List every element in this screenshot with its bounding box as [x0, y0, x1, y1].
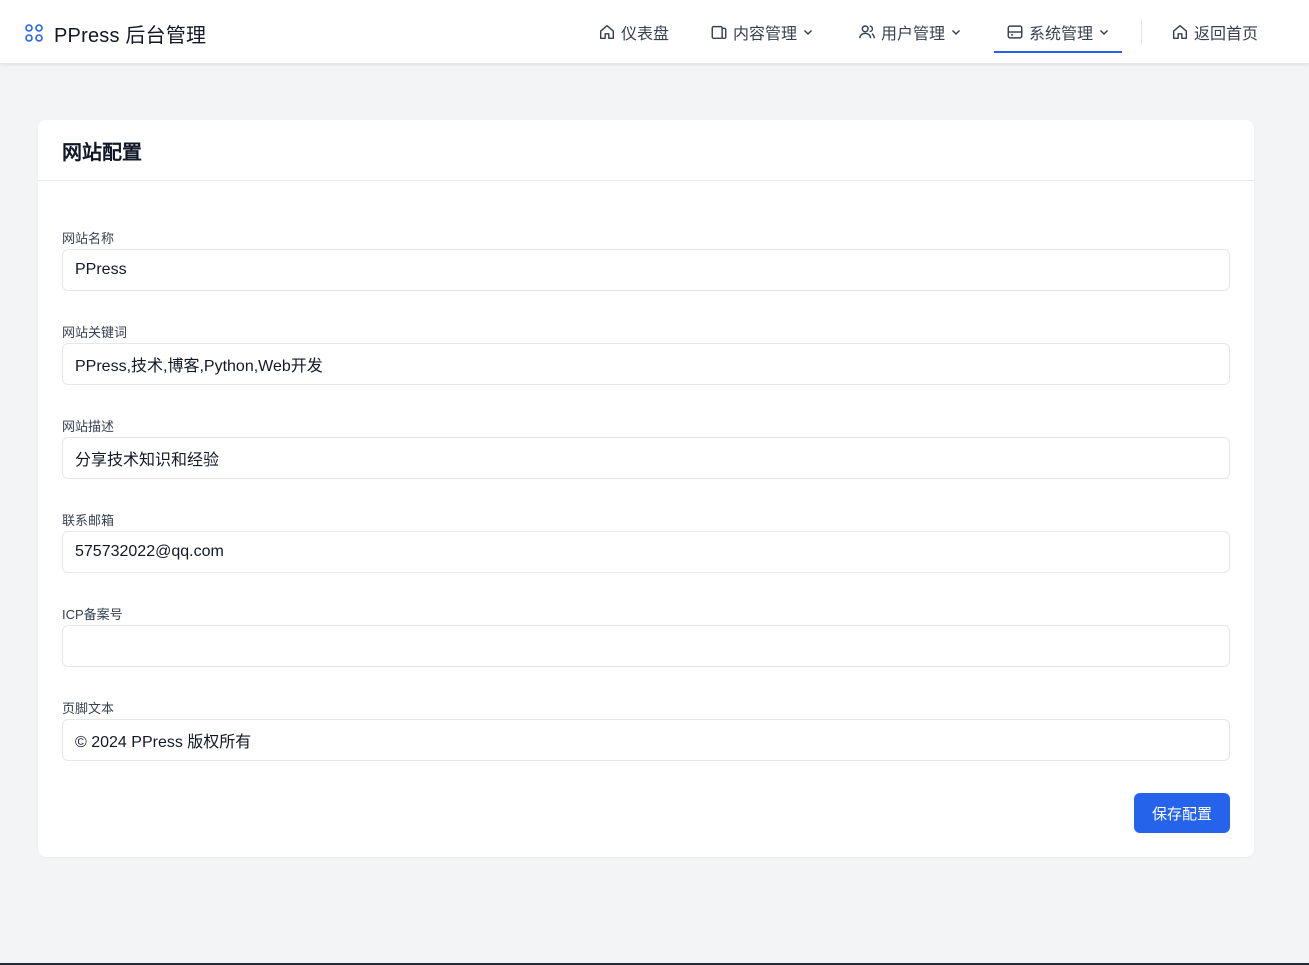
contact-email-field: 联系邮箱: [62, 512, 1230, 573]
nav-item-users[interactable]: 用户管理: [858, 0, 962, 64]
chevron-down-icon: [1099, 29, 1109, 36]
nav-item-label: 系统管理: [1029, 26, 1094, 43]
return-home-label: 返回首页: [1194, 26, 1259, 43]
field-label: 网站关键词: [62, 325, 128, 340]
footer-text-field: 页脚文本: [62, 700, 1230, 761]
users-icon: [859, 25, 875, 39]
nav-item-label: 用户管理: [881, 26, 946, 43]
return-home-link[interactable]: 返回首页: [1171, 0, 1258, 64]
server-icon: [1007, 25, 1023, 39]
save-config-button[interactable]: 保存配置: [1134, 793, 1230, 833]
field-label: 联系邮箱: [62, 513, 115, 528]
home-icon: [599, 24, 615, 40]
nav-item-dashboard[interactable]: 仪表盘: [598, 0, 669, 64]
field-label: 网站描述: [62, 419, 115, 434]
nav-item-content[interactable]: 内容管理: [710, 0, 814, 64]
field-label: 网站名称: [62, 231, 115, 246]
site-description-field: 网站描述: [62, 418, 1230, 479]
field-label: 页脚文本: [62, 701, 115, 716]
icp-number-input[interactable]: [62, 625, 1230, 667]
site-keywords-input[interactable]: [62, 343, 1230, 385]
home-icon: [1172, 24, 1188, 40]
nav-item-system[interactable]: 系统管理: [993, 0, 1123, 64]
card-header: 网站配置: [38, 120, 1254, 181]
footer-text-input[interactable]: [62, 719, 1230, 761]
site-name-input[interactable]: [62, 249, 1230, 291]
settings-card: 网站配置 网站名称 网站关键词 网站描述 联系邮箱 ICP备案号 页脚文本 保存…: [38, 120, 1254, 857]
field-label: ICP备案号: [62, 607, 123, 622]
page-title: 网站配置: [62, 141, 142, 164]
contact-email-input[interactable]: [62, 531, 1230, 573]
nav-item-label: 仪表盘: [621, 26, 670, 43]
app-title: PPress 后台管理: [54, 24, 207, 47]
chevron-down-icon: [803, 29, 813, 36]
grid-icon: [25, 24, 43, 42]
nav-item-label: 内容管理: [733, 26, 798, 43]
nav-divider: [1141, 20, 1142, 44]
site-name-field: 网站名称: [62, 230, 1230, 291]
top-navbar: PPress 后台管理 仪表盘 内容管理 用户管理 系统管理 返回首页: [0, 0, 1309, 64]
document-icon: [711, 25, 727, 40]
site-keywords-field: 网站关键词: [62, 324, 1230, 385]
chevron-down-icon: [951, 29, 961, 36]
brand[interactable]: PPress 后台管理: [24, 20, 207, 47]
icp-number-field: ICP备案号: [62, 606, 1230, 667]
site-description-input[interactable]: [62, 437, 1230, 479]
